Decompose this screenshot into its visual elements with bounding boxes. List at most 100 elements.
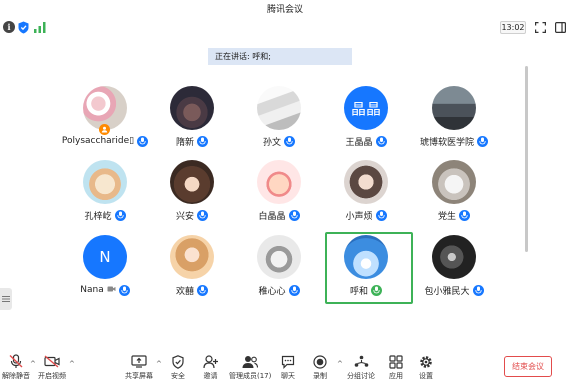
avatar[interactable] xyxy=(344,235,388,279)
mic-icon xyxy=(375,135,387,147)
mic-icon xyxy=(118,284,130,296)
info-icon[interactable]: i xyxy=(3,21,15,33)
participant-name: 孙文 xyxy=(262,137,281,148)
meeting-timer: 13:02 xyxy=(500,21,526,34)
avatar[interactable] xyxy=(170,86,214,130)
speaking-indicator: 正在讲话: 呼和; xyxy=(208,48,352,65)
avatar-initial: 晶晶 xyxy=(350,99,381,118)
avatar-initial: N xyxy=(99,248,111,266)
avatar[interactable] xyxy=(432,86,476,130)
participant-name-row: 兴安 xyxy=(144,208,240,222)
avatar[interactable] xyxy=(257,235,301,279)
sidebar-toggle-icon[interactable] xyxy=(554,21,566,34)
participant-name-row: 隋新 xyxy=(144,134,240,148)
mic-icon xyxy=(477,135,488,147)
video-options-caret[interactable]: ^ xyxy=(69,360,75,368)
invite-button[interactable]: 邀请 xyxy=(203,354,218,382)
mic-icon xyxy=(459,209,470,221)
participant-name-row: 小声烦 xyxy=(318,208,414,222)
record-button[interactable]: 录制 xyxy=(313,354,327,382)
audio-options-caret[interactable]: ^ xyxy=(30,360,36,368)
speaking-prefix: 正在讲话: xyxy=(215,52,253,61)
participant-name: Nana xyxy=(80,285,104,295)
gear-icon xyxy=(419,354,433,369)
participant-name-row: 孔梓屹 xyxy=(57,208,153,222)
participant-name-row: 欢囍 xyxy=(144,283,240,297)
meeting-info-bar: i 13:02 xyxy=(0,18,570,38)
avatar[interactable] xyxy=(432,160,476,204)
participant-name: 隋新 xyxy=(175,137,194,148)
unmute-button[interactable]: 解除静音 xyxy=(2,354,30,382)
mic-icon xyxy=(371,284,382,296)
avatar[interactable]: N xyxy=(83,235,127,279)
invite-user-icon xyxy=(203,354,218,369)
breakout-rooms-button[interactable]: 分组讨论 xyxy=(347,354,375,382)
manage-members-button[interactable]: 管理成员(17) xyxy=(229,354,271,382)
participant-name: 小声烦 xyxy=(345,211,373,222)
mic-icon xyxy=(288,284,300,296)
mic-icon xyxy=(197,135,208,147)
mic-icon xyxy=(197,284,208,296)
record-options-caret[interactable]: ^ xyxy=(337,360,343,368)
apps-grid-icon xyxy=(389,354,403,369)
participant-name: 孔梓屹 xyxy=(84,211,112,222)
avatar[interactable]: 晶晶 xyxy=(344,86,388,130)
settings-button[interactable]: 设置 xyxy=(419,354,433,382)
start-video-button[interactable]: 开启视频 xyxy=(38,354,66,382)
participant-name-row: 呼和 xyxy=(318,283,414,297)
participant-name-row: 白晶晶 xyxy=(231,208,327,222)
apps-button[interactable]: 应用 xyxy=(389,354,403,382)
participant-name: 王晶晶 xyxy=(345,137,373,148)
mic-icon xyxy=(284,135,295,147)
participant-name-row: 琥博软医学院 xyxy=(406,134,502,148)
avatar[interactable] xyxy=(170,235,214,279)
participant-name: 白晶晶 xyxy=(258,211,286,222)
avatar[interactable] xyxy=(83,160,127,204)
participant-name: 包小雅民大 xyxy=(424,286,470,297)
avatar[interactable] xyxy=(344,160,388,204)
security-shield-icon xyxy=(172,354,184,369)
members-icon xyxy=(242,354,259,369)
avatar[interactable] xyxy=(257,160,301,204)
chat-bubble-icon xyxy=(281,354,295,369)
signal-strength-icon[interactable] xyxy=(34,21,46,34)
mic-icon xyxy=(375,209,387,221)
video-off-icon xyxy=(107,285,116,296)
participant-name-row: 稚心心 xyxy=(231,283,327,297)
participant-name: 琥博软医学院 xyxy=(419,137,474,148)
participant-name: 欢囍 xyxy=(175,286,194,297)
participant-name: 呼和 xyxy=(349,286,368,297)
end-meeting-button[interactable]: 结束会议 xyxy=(504,356,552,377)
participant-name-row: 孙文 xyxy=(231,134,327,148)
grid-scrollbar[interactable] xyxy=(525,66,528,252)
shield-icon[interactable] xyxy=(18,21,29,34)
participant-name: 党生 xyxy=(437,211,456,222)
participant-name-row: 党生 xyxy=(406,208,502,222)
participant-name: 兴安 xyxy=(175,211,194,222)
speaking-name: 呼和; xyxy=(252,52,271,61)
participant-name: 稚心心 xyxy=(258,286,286,297)
window-title: 腾讯会议 xyxy=(0,0,570,20)
fullscreen-icon[interactable] xyxy=(534,21,546,34)
participant-name-row: Nana xyxy=(57,283,153,297)
participant-name-row: 包小雅民大 xyxy=(406,283,502,297)
chat-button[interactable]: 聊天 xyxy=(281,354,295,382)
mic-muted-icon xyxy=(9,354,23,369)
share-screen-icon xyxy=(131,354,147,369)
security-button[interactable]: 安全 xyxy=(171,354,185,382)
participant-name: Polysaccharide▯ xyxy=(61,136,135,146)
share-options-caret[interactable]: ^ xyxy=(156,360,162,368)
breakout-rooms-icon xyxy=(354,354,369,369)
avatar[interactable] xyxy=(170,160,214,204)
video-off-icon xyxy=(44,354,60,369)
side-panel-handle[interactable] xyxy=(0,288,12,310)
avatar[interactable] xyxy=(257,86,301,130)
participant-name-row: Polysaccharide▯ xyxy=(57,134,153,148)
meeting-toolbar: 解除静音 ^ 开启视频 ^ 共享屏幕 ^ 安全 邀请 管理成员(17) 聊天 录… xyxy=(0,348,570,382)
mic-icon xyxy=(197,209,208,221)
avatar[interactable] xyxy=(432,235,476,279)
mic-icon xyxy=(114,209,126,221)
share-screen-button[interactable]: 共享屏幕 xyxy=(125,354,153,382)
participant-name-row: 王晶晶 xyxy=(318,134,414,148)
record-icon xyxy=(313,354,327,369)
